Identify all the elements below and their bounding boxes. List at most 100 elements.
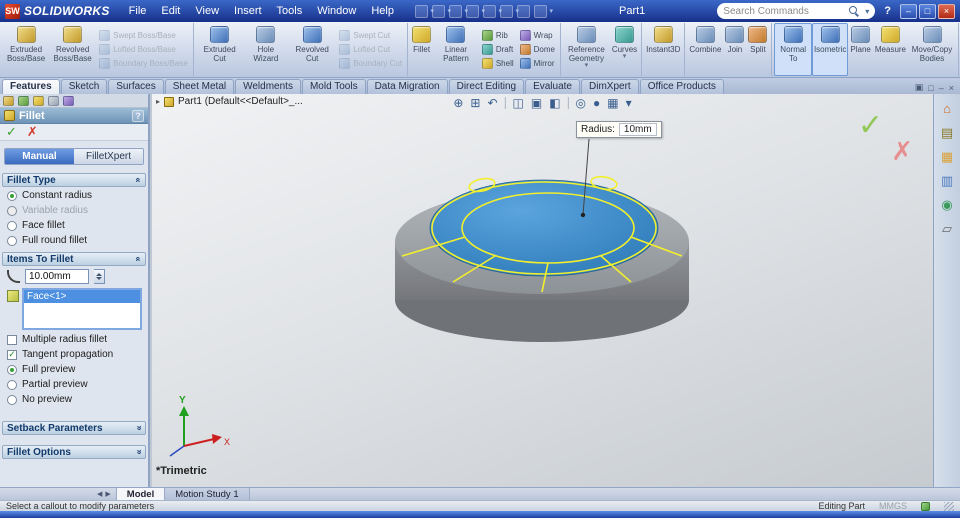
callout-value-field[interactable]: 10mm [618,123,657,136]
help-button[interactable]: ? [879,5,896,17]
swept-cut-button[interactable]: Swept Cut [338,30,403,41]
fillet-options-group-header[interactable]: Fillet Options « [2,445,146,459]
shell-button[interactable]: Shell [481,58,515,69]
resources-icon[interactable]: ⌂ [943,101,951,116]
radio-full-preview[interactable]: Full preview [0,362,148,377]
tab-features[interactable]: Features [2,79,60,94]
lofted-boss-base-button[interactable]: Lofted Boss/Base [98,44,189,55]
doc-minimize-icon[interactable]: – [939,83,944,93]
close-button[interactable]: × [938,3,956,19]
instant3d-button[interactable]: Instant3D [644,23,682,76]
normal-to-button[interactable]: Normal To [774,23,812,76]
radio-variable-radius[interactable]: Variable radius [0,203,148,218]
undo-icon[interactable] [482,4,502,18]
previous-view-icon[interactable]: ↶ [487,96,497,110]
radius-callout[interactable]: Radius: 10mm [576,121,662,138]
confirm-ok-button[interactable]: ✓ [858,108,883,143]
edit-appearance-icon[interactable]: ● [593,96,600,110]
radius-spinner[interactable] [94,269,105,284]
graphics-area[interactable]: Y X ▸ Part1 (Default<<Default>_... ⊕ ⊞ ↶… [152,94,933,487]
radio-partial-preview[interactable]: Partial preview [0,377,148,392]
items-to-fillet-group-header[interactable]: Items To Fillet « [2,252,146,266]
open-icon[interactable] [431,4,451,18]
new-document-icon[interactable] [414,4,434,18]
search-dropdown-icon[interactable]: ▾ [865,7,869,16]
isometric-button[interactable]: Isometric [811,23,849,76]
feature-tree-root-label[interactable]: Part1 (Default<<Default>_... [178,96,303,107]
confirm-cancel-button[interactable]: ✗ [891,136,913,167]
design-library-icon[interactable]: ▤ [941,125,953,140]
dimxpertmanager-tab-icon[interactable] [48,95,59,106]
display-style-icon[interactable]: ◧ [549,96,560,110]
file-explorer-icon[interactable]: ▦ [941,149,953,164]
revolved-cut-button[interactable]: Revolved Cut [288,23,336,76]
boundary-cut-button[interactable]: Boundary Cut [338,58,403,69]
search-commands-input[interactable]: Search Commands ▾ [717,3,876,19]
combine-button[interactable]: Combine [687,23,723,76]
print-icon[interactable] [465,4,485,18]
maximize-button[interactable]: □ [919,3,937,19]
tab-surfaces[interactable]: Surfaces [108,79,164,94]
manual-tab[interactable]: Manual [5,149,74,164]
hide-show-items-icon[interactable]: ◎ [576,96,586,110]
menu-tools[interactable]: Tools [270,2,310,20]
feature-tree-flyout[interactable]: ▸ Part1 (Default<<Default>_... [156,96,303,107]
selected-top-face[interactable] [429,179,659,277]
featuremanager-tab-icon[interactable] [3,95,14,106]
dome-button[interactable]: Dome [519,44,556,55]
measure-button[interactable]: Measure [873,23,908,76]
zoom-fit-icon[interactable]: ⊕ [453,96,463,110]
tab-dimxpert[interactable]: DimXpert [581,79,639,94]
tab-office-products[interactable]: Office Products [639,79,724,94]
tab-sheet-metal[interactable]: Sheet Metal [164,79,235,94]
boundary-boss-base-button[interactable]: Boundary Boss/Base [98,58,189,69]
radio-full-round-fillet[interactable]: Full round fillet [0,233,148,248]
extruded-cut-button[interactable]: Extruded Cut [196,23,244,76]
hole-wizard-button[interactable]: Hole Wizard [243,23,288,76]
menu-insert[interactable]: Insert [227,2,269,20]
menu-file[interactable]: File [122,2,154,20]
swept-boss-base-button[interactable]: Swept Boss/Base [98,30,189,41]
move-copy-bodies-button[interactable]: Move/Copy Bodies [908,23,956,76]
redo-icon[interactable] [499,4,519,18]
displaymanager-tab-icon[interactable] [63,95,74,106]
split-button[interactable]: Split [746,23,769,76]
tab-mold-tools[interactable]: Mold Tools [301,79,366,94]
setback-parameters-group-header[interactable]: Setback Parameters « [2,421,146,435]
search-results-icon[interactable]: ▥ [941,173,953,188]
linear-pattern-button[interactable]: Linear Pattern [433,23,479,76]
doc-close-icon[interactable]: × [949,83,954,93]
radius-input[interactable]: 10.00mm [25,269,89,284]
view-orientation-icon[interactable]: ▣ [531,96,542,110]
radio-constant-radius[interactable]: Constant radius [0,188,148,203]
tab-scroll-left-icon[interactable]: ◀ [97,490,102,498]
tab-sketch[interactable]: Sketch [60,79,108,94]
view-settings-icon[interactable]: ▾ [626,96,632,110]
model-3d[interactable]: Y X [152,94,933,487]
mirror-button[interactable]: Mirror [519,58,556,69]
model-tab[interactable]: Model [116,488,166,500]
checkbox-multiple-radius[interactable]: Multiple radius fillet [0,332,148,347]
extruded-boss-base-button[interactable]: Extruded Boss/Base [3,23,49,76]
section-view-icon[interactable]: ◫ [513,96,524,110]
tab-direct-editing[interactable]: Direct Editing [448,79,525,94]
menu-view[interactable]: View [188,2,226,20]
save-icon[interactable] [448,4,468,18]
tags-icon[interactable] [921,501,930,511]
doc-restore-icon[interactable]: □ [928,83,933,93]
radio-face-fillet[interactable]: Face fillet [0,218,148,233]
pm-cancel-button[interactable]: ✗ [27,124,38,140]
tab-evaluate[interactable]: Evaluate [525,79,580,94]
pm-help-button[interactable]: ? [132,109,144,122]
revolved-boss-base-button[interactable]: Revolved Boss/Base [49,23,96,76]
apply-scene-icon[interactable]: ▦ [607,96,618,110]
pm-ok-button[interactable]: ✓ [6,124,17,140]
appearances-icon[interactable]: ◉ [941,197,952,212]
wrap-button[interactable]: Wrap [519,30,556,41]
join-button[interactable]: Join [723,23,746,76]
menu-help[interactable]: Help [364,2,401,20]
tab-weldments[interactable]: Weldments [235,79,301,94]
motion-study-tab[interactable]: Motion Study 1 [165,488,250,500]
part-body[interactable] [395,179,689,342]
items-selection-list[interactable]: Face<1> [22,288,142,330]
